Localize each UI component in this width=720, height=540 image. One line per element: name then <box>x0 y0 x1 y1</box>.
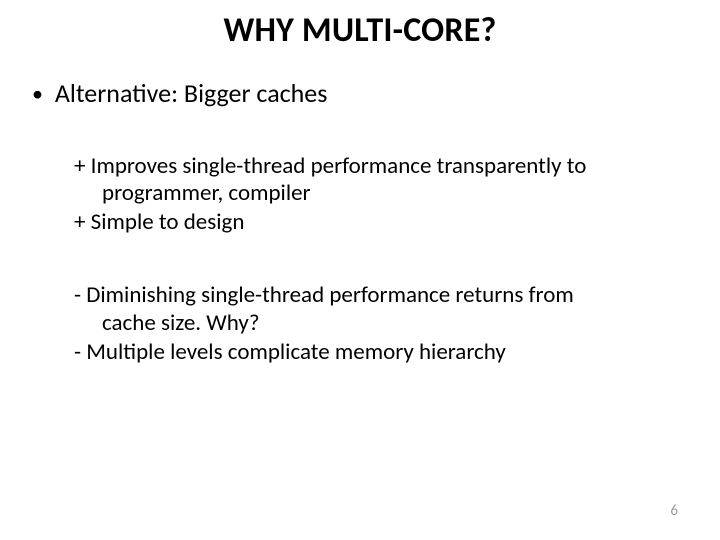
pro-line-1a: + Improves single-thread performance tra… <box>74 153 680 180</box>
pro-line-2: + Simple to design <box>74 209 680 236</box>
page-number: 6 <box>670 502 678 520</box>
bullet-icon: • <box>32 83 43 105</box>
slide-title: WHY MULTI-CORE? <box>0 0 720 51</box>
pro-line-1b: programmer, compiler <box>74 180 680 207</box>
con-line-1a: - Diminishing single-thread performance … <box>74 282 680 309</box>
slide-content: • Alternative: Bigger caches + Improves … <box>0 77 720 366</box>
con-line-2: - Multiple levels complicate memory hier… <box>74 339 680 366</box>
bullet-row: • Alternative: Bigger caches <box>32 77 680 109</box>
bullet-label: Alternative: Bigger caches <box>55 77 328 109</box>
con-line-1b: cache size. Why? <box>74 310 680 337</box>
